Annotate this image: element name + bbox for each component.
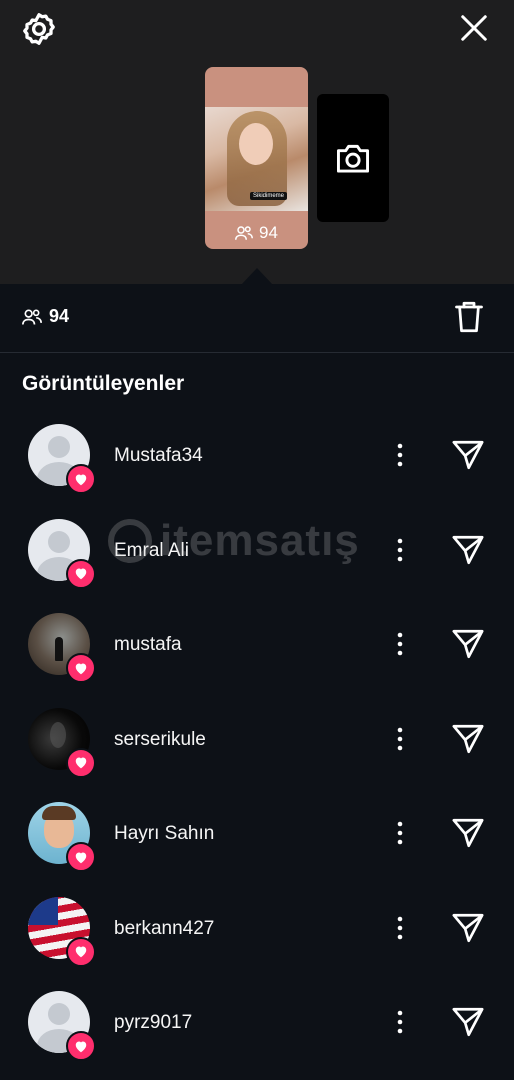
send-icon	[452, 629, 484, 659]
camera-icon	[337, 144, 369, 173]
people-icon	[235, 226, 254, 240]
send-icon	[452, 535, 484, 564]
more-options-button[interactable]	[386, 817, 414, 849]
list-item[interactable]: Emral Ali	[0, 503, 514, 598]
story-thumbnail[interactable]: Sikidimeme 94	[205, 67, 308, 249]
more-options-button[interactable]	[386, 439, 414, 471]
close-button[interactable]	[454, 8, 494, 48]
send-message-button[interactable]	[448, 435, 488, 475]
more-options-button[interactable]	[386, 628, 414, 660]
more-options-button[interactable]	[386, 723, 414, 755]
viewer-count-value: 94	[49, 306, 70, 326]
heart-badge	[66, 653, 96, 683]
more-vertical-icon	[397, 916, 403, 939]
more-vertical-icon	[397, 538, 403, 561]
send-icon	[452, 1007, 484, 1037]
story-view-count: 94	[205, 223, 308, 243]
story-photo-tag: Sikidimeme	[250, 192, 288, 200]
selection-pointer	[241, 268, 273, 285]
heart-badge	[66, 936, 96, 967]
heart-icon	[75, 474, 87, 485]
close-icon	[461, 15, 487, 41]
more-vertical-icon	[397, 443, 403, 467]
people-icon	[22, 309, 42, 325]
delete-story-button[interactable]	[450, 298, 488, 336]
send-message-button[interactable]	[448, 813, 488, 853]
heart-icon	[75, 1041, 87, 1052]
send-message-button[interactable]	[448, 530, 488, 570]
heart-badge	[66, 842, 96, 872]
list-item[interactable]: Hayrı Sahın	[0, 786, 514, 881]
story-view-count-value: 94	[259, 223, 278, 242]
more-options-button[interactable]	[386, 1006, 414, 1038]
more-vertical-icon	[397, 1010, 403, 1034]
heart-badge	[66, 747, 96, 778]
heart-icon	[75, 852, 87, 863]
username[interactable]: mustafa	[114, 634, 182, 656]
username[interactable]: Mustafa34	[114, 445, 203, 467]
viewers-section-title: Görüntüleyenler	[22, 372, 185, 395]
send-icon	[452, 440, 484, 470]
send-icon	[452, 818, 484, 848]
more-vertical-icon	[397, 821, 403, 845]
heart-badge	[66, 558, 96, 589]
viewer-count[interactable]: 94	[22, 306, 69, 327]
send-message-button[interactable]	[448, 908, 488, 948]
username[interactable]: pyrz9017	[114, 1012, 192, 1034]
list-item[interactable]: pyrz9017	[0, 975, 514, 1070]
send-message-button[interactable]	[448, 1002, 488, 1042]
username[interactable]: Hayrı Sahın	[114, 823, 214, 845]
add-story-button[interactable]	[317, 94, 389, 222]
list-item[interactable]: Mustafa34	[0, 408, 514, 503]
trash-icon	[455, 301, 483, 333]
more-vertical-icon	[397, 632, 403, 656]
send-message-button[interactable]	[448, 719, 488, 759]
more-vertical-icon	[397, 727, 403, 750]
send-icon	[452, 913, 484, 942]
list-item[interactable]: serserikule	[0, 692, 514, 787]
viewer-list: Mustafa34 Emral Ali mustafa serserikule …	[0, 408, 514, 1070]
heart-icon	[75, 568, 87, 580]
username[interactable]: Emral Ali	[114, 540, 189, 562]
send-icon	[452, 724, 484, 753]
username[interactable]: serserikule	[114, 729, 206, 751]
send-message-button[interactable]	[448, 624, 488, 664]
more-options-button[interactable]	[386, 534, 414, 566]
heart-badge	[66, 1031, 96, 1061]
settings-button[interactable]	[18, 8, 60, 50]
story-photo: Sikidimeme	[205, 107, 308, 211]
more-options-button[interactable]	[386, 912, 414, 944]
heart-icon	[75, 757, 87, 769]
heart-badge	[66, 464, 96, 494]
gear-icon	[23, 13, 55, 45]
viewer-summary-bar: 94	[0, 284, 514, 353]
story-preview-panel: Sikidimeme 94	[0, 0, 514, 285]
list-item[interactable]: berkann427	[0, 881, 514, 976]
username[interactable]: berkann427	[114, 918, 214, 940]
list-item[interactable]: mustafa	[0, 597, 514, 692]
heart-icon	[75, 663, 87, 674]
heart-icon	[75, 946, 87, 958]
